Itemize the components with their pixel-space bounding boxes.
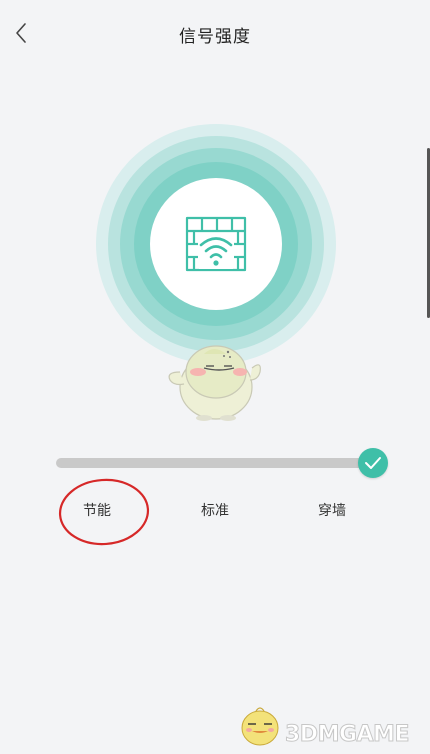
watermark-mascot-icon bbox=[241, 707, 279, 746]
check-icon bbox=[365, 457, 381, 469]
level-option-wall-penetration[interactable]: 穿墙 bbox=[318, 500, 346, 520]
header-bar: 信号强度 bbox=[0, 0, 430, 68]
level-option-standard[interactable]: 标准 bbox=[201, 500, 229, 520]
mascot-illustration bbox=[164, 332, 264, 424]
bird-mascot-icon bbox=[168, 345, 261, 421]
slider-thumb[interactable] bbox=[358, 448, 388, 478]
highlight-circle-annotation bbox=[58, 478, 150, 546]
wifi-wall-icon bbox=[185, 216, 247, 272]
watermark: 3DMGAME bbox=[236, 700, 426, 750]
watermark-text: 3DMGAME bbox=[285, 722, 410, 748]
slider-track[interactable] bbox=[56, 458, 374, 468]
page-title: 信号强度 bbox=[179, 27, 251, 47]
signal-icon-holder bbox=[150, 178, 282, 310]
signal-strength-graphic bbox=[96, 124, 336, 364]
